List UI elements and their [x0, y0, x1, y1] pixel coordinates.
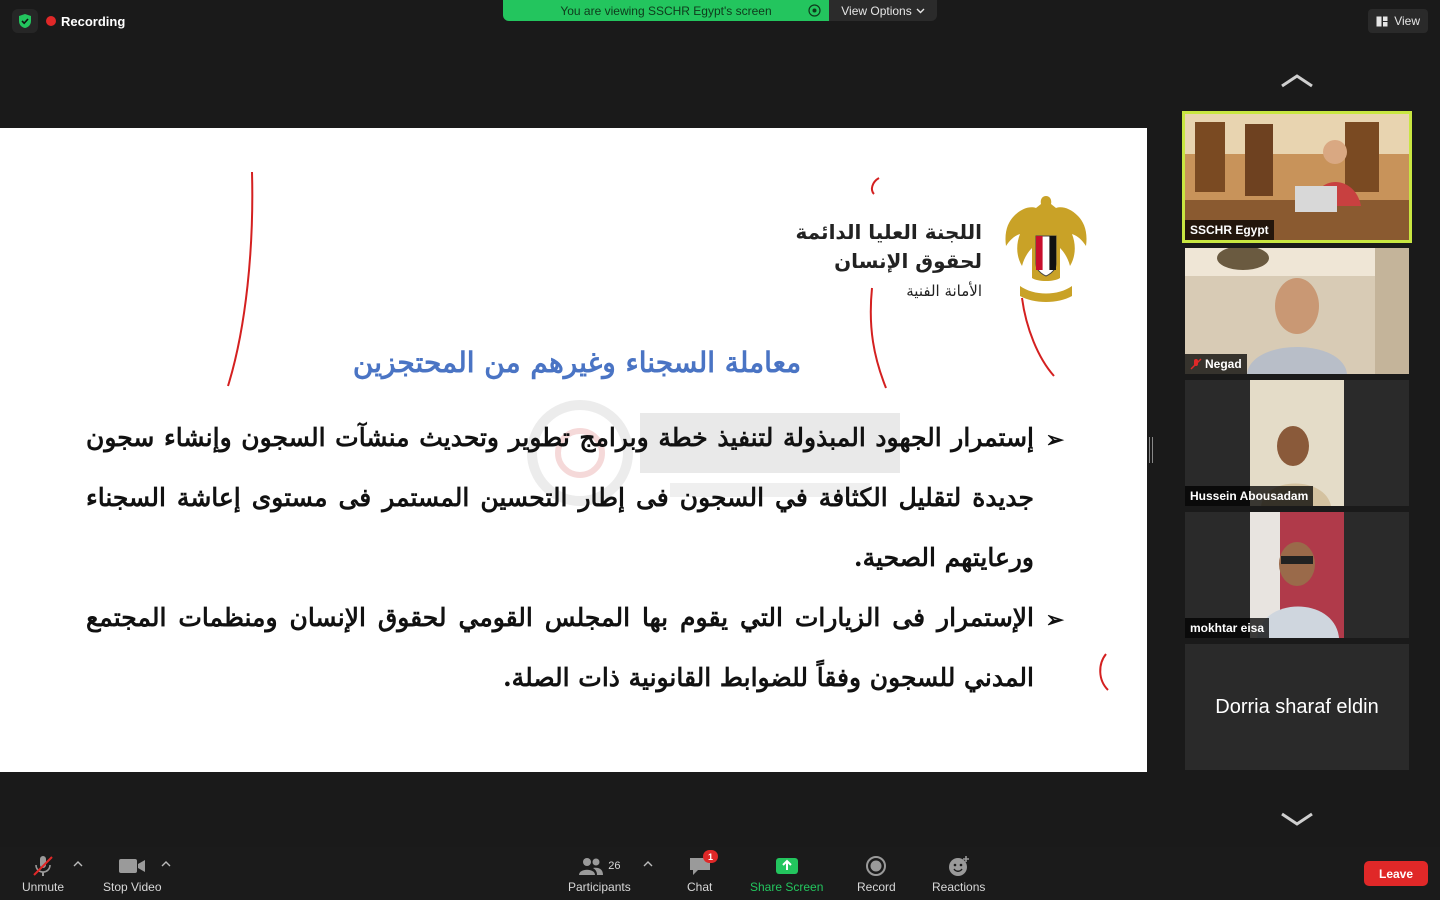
- scroll-up-chevron-icon[interactable]: [1280, 72, 1314, 90]
- participant-tile[interactable]: mokhtar eisa: [1185, 512, 1409, 638]
- participants-label: Participants: [568, 880, 631, 894]
- participant-tile-video-off[interactable]: Dorria sharaf eldin: [1185, 644, 1409, 770]
- bullet-arrow-icon: ➢: [1045, 607, 1064, 633]
- reactions-smiley-icon: [948, 856, 969, 876]
- org-name-line3: الأمانة الفنية: [906, 282, 982, 300]
- zoom-meeting-window: Recording You are viewing SSCHR Egypt's …: [0, 0, 1440, 900]
- bullet-item: ➢ الإستمرار فى الزيارات التي يقوم بها ال…: [86, 588, 1066, 708]
- org-title-block: اللجنة العليا الدائمة لحقوق الإنسان الأم…: [796, 218, 982, 306]
- security-shield-icon[interactable]: [12, 9, 38, 33]
- meeting-toolbar: Unmute Stop Video 26 Participants Chat S…: [0, 847, 1440, 900]
- muted-mic-icon: [1190, 358, 1202, 370]
- share-screen-icon: [775, 858, 798, 874]
- participant-name-large: Dorria sharaf eldin: [1215, 695, 1379, 718]
- participants-count: 26: [608, 860, 621, 872]
- viewing-notice: You are viewing SSCHR Egypt's screen: [503, 0, 829, 21]
- org-name-line2: لحقوق الإنسان: [834, 249, 982, 273]
- record-button[interactable]: Record: [857, 855, 896, 894]
- video-camera-icon: [119, 859, 146, 873]
- stop-viewing-icon[interactable]: [808, 4, 821, 17]
- screen-share-banner: You are viewing SSCHR Egypt's screen Vie…: [503, 0, 937, 21]
- reactions-button[interactable]: Reactions: [932, 855, 985, 894]
- recording-dot-icon: [46, 16, 56, 26]
- chat-label: Chat: [687, 880, 713, 894]
- microphone-muted-icon: [33, 856, 53, 876]
- participants-options-caret-icon[interactable]: [643, 860, 653, 868]
- viewing-text: You are viewing SSCHR Egypt's screen: [560, 3, 772, 18]
- participant-tile[interactable]: Negad: [1185, 248, 1409, 374]
- participant-name-tag: Negad: [1185, 354, 1247, 374]
- grid-view-icon: [1376, 16, 1388, 26]
- reactions-label: Reactions: [932, 880, 986, 894]
- participant-name-tag: SSCHR Egypt: [1185, 220, 1274, 240]
- egypt-eagle-emblem: [1005, 196, 1087, 302]
- unmute-label: Unmute: [22, 880, 65, 894]
- bullet-text: الإستمرار فى الزيارات التي يقوم بها المج…: [86, 603, 1034, 692]
- unmute-button[interactable]: Unmute: [22, 855, 64, 894]
- record-label: Record: [857, 880, 896, 894]
- participant-tile[interactable]: Hussein Abousadam: [1185, 380, 1409, 506]
- panel-resize-handle[interactable]: [1149, 437, 1153, 463]
- chat-unread-badge: 1: [703, 850, 718, 863]
- view-options-button[interactable]: View Options: [829, 0, 937, 21]
- chevron-down-icon: [916, 8, 925, 13]
- slide-heading: معاملة السجناء وغيرهم من المحتجزين: [352, 346, 802, 379]
- view-button[interactable]: View: [1368, 9, 1428, 33]
- share-screen-button[interactable]: Share Screen: [750, 855, 823, 894]
- participants-button[interactable]: 26 Participants: [568, 855, 631, 894]
- stop-video-label: Stop Video: [103, 880, 162, 894]
- recording-indicator[interactable]: Recording: [46, 14, 125, 29]
- participant-name-tag: Hussein Abousadam: [1185, 486, 1314, 506]
- audio-options-caret-icon[interactable]: [73, 860, 83, 868]
- meeting-status-group: Recording: [12, 9, 125, 33]
- view-options-label: View Options: [841, 3, 912, 18]
- participants-icon: [579, 858, 604, 875]
- bullet-text: إستمرار الجهود المبذولة لتنفيذ خطة وبرام…: [86, 423, 1034, 572]
- participant-name-tag: mokhtar eisa: [1185, 618, 1270, 638]
- stop-video-button[interactable]: Stop Video: [103, 855, 162, 894]
- scroll-down-chevron-icon[interactable]: [1280, 810, 1314, 828]
- leave-button[interactable]: Leave: [1364, 861, 1428, 886]
- record-icon: [866, 856, 887, 876]
- bullet-item: ➢ إستمرار الجهود المبذولة لتنفيذ خطة وبر…: [86, 408, 1066, 588]
- recording-label: Recording: [61, 13, 126, 29]
- view-label: View: [1394, 14, 1420, 28]
- share-screen-label: Share Screen: [750, 880, 824, 894]
- org-name-line1: اللجنة العليا الدائمة: [795, 220, 982, 244]
- video-options-caret-icon[interactable]: [161, 860, 171, 868]
- shared-screen-slide: اللجنة العليا الدائمة لحقوق الإنسان الأم…: [0, 128, 1147, 772]
- participant-tile-active-speaker[interactable]: SSCHR Egypt: [1182, 111, 1412, 243]
- bullet-arrow-icon: ➢: [1045, 427, 1064, 453]
